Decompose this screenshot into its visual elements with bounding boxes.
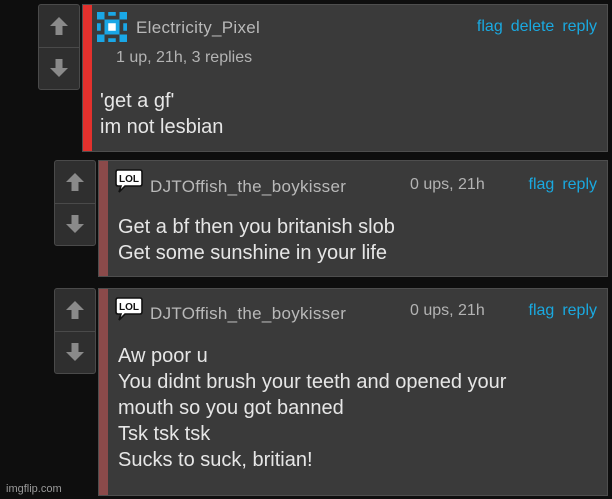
comment-header: Electricity_Pixel flag delete reply: [83, 5, 607, 45]
upvote-button[interactable]: [39, 5, 79, 47]
reply-link[interactable]: reply: [562, 176, 597, 194]
comment-header: LOL DJTOffish_the_boykisser 0 ups, 21h f…: [99, 289, 607, 329]
comment-line: mouth so you got banned: [118, 397, 344, 419]
comment-body: LOL DJTOffish_the_boykisser 0 ups, 21h f…: [98, 160, 608, 277]
up-arrow-icon: [50, 16, 68, 35]
svg-text:LOL: LOL: [119, 174, 139, 185]
comment-3: LOL DJTOffish_the_boykisser 0 ups, 21h f…: [54, 288, 608, 496]
comment-line: 'get a gf': [100, 90, 175, 112]
comment-1: Electricity_Pixel flag delete reply 1 up…: [38, 4, 608, 152]
comment-line: Get a bf then you britanish slob: [118, 216, 395, 238]
comment-meta: 0 ups, 21h: [410, 176, 485, 193]
comment-text: Get a bf then you britanish slob Get som…: [118, 214, 395, 266]
comment-line: Sucks to suck, britian!: [118, 449, 313, 471]
vote-controls: [38, 4, 80, 90]
imgflip-watermark: imgflip.com: [6, 483, 62, 495]
up-arrow-icon: [66, 300, 84, 319]
comment-line: im not lesbian: [100, 116, 224, 138]
comment-line: Get some sunshine in your life: [118, 242, 388, 264]
reply-link[interactable]: reply: [562, 302, 597, 320]
down-arrow-icon: [66, 215, 84, 234]
comment-username[interactable]: DJTOffish_the_boykisser: [150, 177, 346, 197]
downvote-button[interactable]: [55, 330, 95, 374]
flag-link[interactable]: flag: [529, 302, 555, 320]
comment-header: LOL DJTOffish_the_boykisser 0 ups, 21h f…: [99, 161, 607, 201]
downvote-button[interactable]: [55, 202, 95, 246]
flag-link[interactable]: flag: [529, 176, 555, 194]
comment-actions: flag delete reply: [477, 18, 597, 36]
comment-meta: 1 up, 21h, 3 replies: [116, 49, 253, 66]
comment-line: You didnt brush your teeth and opened yo…: [118, 371, 507, 393]
comment-body: Electricity_Pixel flag delete reply 1 up…: [82, 4, 608, 152]
upvote-button[interactable]: [55, 289, 95, 331]
comment-actions: flag reply: [529, 176, 597, 194]
flag-link[interactable]: flag: [477, 18, 503, 36]
down-arrow-icon: [50, 59, 68, 78]
comment-username[interactable]: Electricity_Pixel: [136, 18, 260, 38]
comment-text: Aw poor u You didnt brush your teeth and…: [118, 343, 506, 473]
vote-controls: [54, 288, 96, 374]
lol-speech-bubble-icon[interactable]: LOL: [115, 296, 143, 322]
upvote-button[interactable]: [55, 161, 95, 203]
comment-2: LOL DJTOffish_the_boykisser 0 ups, 21h f…: [54, 160, 608, 277]
comment-text: 'get a gf' im not lesbian: [100, 88, 223, 140]
comment-username[interactable]: DJTOffish_the_boykisser: [150, 304, 346, 324]
delete-link[interactable]: delete: [511, 18, 555, 36]
comment-line: Tsk tsk tsk: [118, 423, 211, 445]
downvote-button[interactable]: [39, 46, 79, 90]
reply-link[interactable]: reply: [562, 18, 597, 36]
lol-speech-bubble-icon[interactable]: LOL: [115, 168, 143, 194]
vote-controls: [54, 160, 96, 246]
comment-actions: flag reply: [529, 302, 597, 320]
comment-body: LOL DJTOffish_the_boykisser 0 ups, 21h f…: [98, 288, 608, 496]
svg-text:LOL: LOL: [119, 302, 139, 313]
comment-meta: 0 ups, 21h: [410, 302, 485, 319]
comment-line: Aw poor u: [118, 345, 208, 367]
up-arrow-icon: [66, 172, 84, 191]
down-arrow-icon: [66, 343, 84, 362]
pixel-avatar-icon[interactable]: [97, 12, 127, 42]
